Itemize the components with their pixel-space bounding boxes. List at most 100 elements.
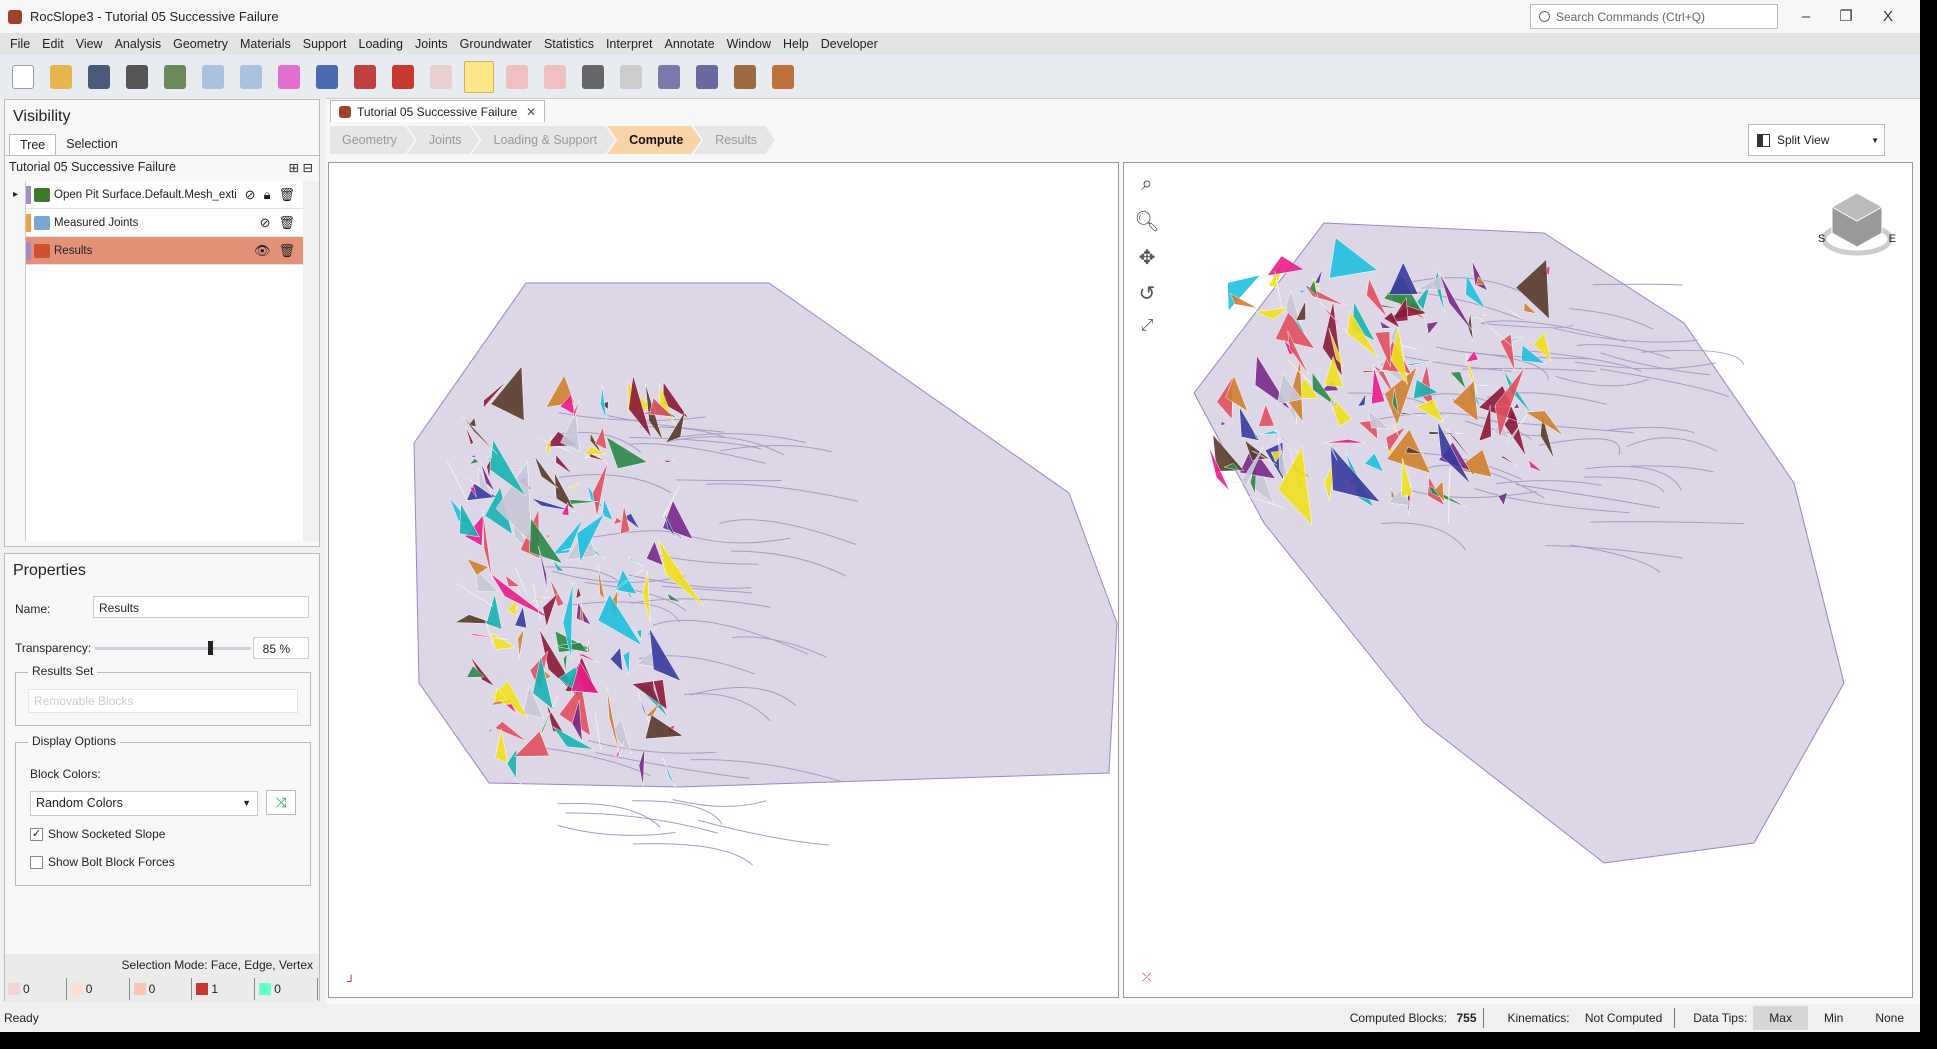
menu-interpret[interactable]: Interpret (600, 37, 659, 51)
close-button[interactable]: X (1868, 5, 1908, 29)
plan-viewport[interactable]: ⅃ (328, 162, 1119, 998)
name-input[interactable]: Results (93, 596, 309, 618)
zoom-extents-icon[interactable]: ⤢ (1134, 317, 1160, 343)
tree-item-label: Measured Joints (54, 216, 139, 229)
eye-icon[interactable]: 👁︎ (254, 243, 271, 259)
count-value: 0 (274, 982, 281, 996)
restore-button[interactable]: ❐ (1826, 5, 1866, 29)
selection-mode-text: Selection Mode: Face, Edge, Vertex (121, 958, 313, 972)
new-file-button[interactable] (8, 61, 38, 93)
menu-file[interactable]: File (4, 37, 36, 51)
open-folder-button[interactable] (46, 61, 76, 93)
menu-developer[interactable]: Developer (815, 37, 884, 51)
compass-south: S (1818, 233, 1826, 245)
pan-icon[interactable]: ✥ (1134, 245, 1160, 271)
wireframe-block-button[interactable] (426, 61, 456, 93)
menu-analysis[interactable]: Analysis (109, 37, 168, 51)
tree-item[interactable]: ▸ Open Pit Surface.Default.Mesh_exti ⊘ 🔒︎ 🗑︎ (13, 181, 303, 209)
table-export-button[interactable] (768, 61, 798, 93)
menu-support[interactable]: Support (297, 37, 353, 51)
menu-geometry[interactable]: Geometry (167, 37, 234, 51)
workflow-step-joints[interactable]: Joints (407, 126, 480, 154)
transparency-slider[interactable] (95, 641, 251, 655)
eye-hidden-icon[interactable]: ⊘ (260, 215, 271, 231)
block-button[interactable] (388, 61, 418, 93)
transparency-spinbox[interactable]: 85 % (253, 637, 309, 659)
zoom-icon[interactable]: 🔍︎ (1134, 209, 1160, 235)
minimize-button[interactable]: – (1786, 5, 1826, 29)
toolbar (0, 55, 1920, 98)
color-wheel-button[interactable] (274, 61, 304, 93)
table-button[interactable] (730, 61, 760, 93)
menu-groundwater[interactable]: Groundwater (454, 37, 538, 51)
menu-view[interactable]: View (70, 37, 109, 51)
undo-icon (202, 64, 224, 89)
workflow-step-geometry[interactable]: Geometry (330, 126, 415, 154)
menu-edit[interactable]: Edit (36, 37, 70, 51)
trash-icon[interactable]: 🗑︎ (278, 187, 295, 203)
deselect-button[interactable] (540, 61, 570, 93)
removable-block[interactable] (1475, 384, 1489, 386)
surface-button[interactable] (616, 61, 646, 93)
results-set-dropdown[interactable]: Removable Blocks (28, 689, 298, 713)
eye-hidden-icon[interactable]: ⊘ (245, 187, 256, 203)
datatips-max[interactable]: Max (1753, 1006, 1808, 1030)
print-button[interactable] (122, 61, 152, 93)
selection-count: 0 (67, 978, 130, 1000)
pen-tool-icon (582, 64, 604, 89)
undo-button[interactable] (198, 61, 228, 93)
plan-view-model (413, 282, 1118, 866)
show-socketed-slope-checkbox[interactable]: ✓ Show Socketed Slope (30, 827, 165, 842)
report-button[interactable] (160, 61, 190, 93)
collapse-all-icon[interactable]: ⊟ (303, 161, 313, 175)
menu-loading[interactable]: Loading (353, 37, 410, 51)
tab-selection[interactable]: Selection (56, 134, 127, 155)
save-button[interactable] (84, 61, 114, 93)
show-bolt-forces-checkbox[interactable]: Show Bolt Block Forces (30, 855, 175, 870)
checkbox-icon (30, 856, 43, 870)
tree-scrollbar[interactable] (303, 181, 319, 541)
datatips-min[interactable]: Min (1808, 1006, 1859, 1030)
pen-tool-button[interactable] (578, 61, 608, 93)
menu-annotate[interactable]: Annotate (659, 37, 721, 51)
menu-materials[interactable]: Materials (234, 37, 297, 51)
expand-all-icon[interactable]: ⊞ (289, 161, 299, 175)
shapes-button[interactable] (654, 61, 684, 93)
menu-window[interactable]: Window (721, 37, 777, 51)
menu-help[interactable]: Help (777, 37, 815, 51)
image-button[interactable] (312, 61, 342, 93)
tree-item[interactable]: Measured Joints ⊘ 🗑︎ (26, 209, 303, 237)
trash-icon[interactable]: 🗑︎ (278, 215, 295, 231)
zoom-window-icon[interactable]: ⌕ (1134, 173, 1160, 199)
close-tab-icon[interactable]: ✕ (526, 105, 536, 119)
view-mode-dropdown[interactable]: Split View ▼ (1748, 124, 1885, 156)
selection-count: 0 (130, 978, 193, 1000)
block-icon (392, 64, 414, 89)
view-cube[interactable]: S E (1818, 189, 1896, 259)
workflow-step-compute[interactable]: Compute (607, 126, 701, 154)
import-button[interactable] (692, 61, 722, 93)
removable-block[interactable] (1229, 292, 1259, 309)
tab-tree[interactable]: Tree (9, 134, 57, 155)
properties-panel: Properties Name: Results Transparency: 8… (4, 553, 320, 1002)
select-lock-button[interactable] (502, 61, 532, 93)
redo-button[interactable] (236, 61, 266, 93)
trash-icon[interactable]: 🗑︎ (278, 243, 295, 259)
shuffle-colors-button[interactable]: ⤨ (266, 790, 296, 815)
block-colors-dropdown[interactable]: Random Colors ▼ (30, 791, 258, 816)
menu-joints[interactable]: Joints (409, 37, 454, 51)
rotate-icon[interactable]: ↺ (1134, 281, 1160, 307)
slider-thumb[interactable] (207, 641, 213, 655)
datatips-none[interactable]: None (1859, 1006, 1920, 1030)
perspective-viewport[interactable]: ⌕ 🔍︎ ✥ ↺ ⤢ S E ⤫ (1123, 162, 1913, 998)
select-box-button[interactable] (464, 60, 494, 93)
search-commands-input[interactable]: Search Commands (Ctrl+Q) (1530, 4, 1778, 29)
expand-arrow-icon[interactable]: ▸ (13, 189, 18, 200)
document-tab[interactable]: Tutorial 05 Successive Failure ✕ (330, 100, 545, 122)
edit-tool-button[interactable] (350, 61, 380, 93)
workflow-step-loading-support[interactable]: Loading & Support (472, 126, 616, 154)
menu-statistics[interactable]: Statistics (538, 37, 600, 51)
workflow-step-results[interactable]: Results (693, 126, 775, 154)
tree-item[interactable]: Results 👁︎ 🗑︎ (26, 237, 303, 265)
lock-icon[interactable]: 🔒︎ (264, 187, 271, 203)
